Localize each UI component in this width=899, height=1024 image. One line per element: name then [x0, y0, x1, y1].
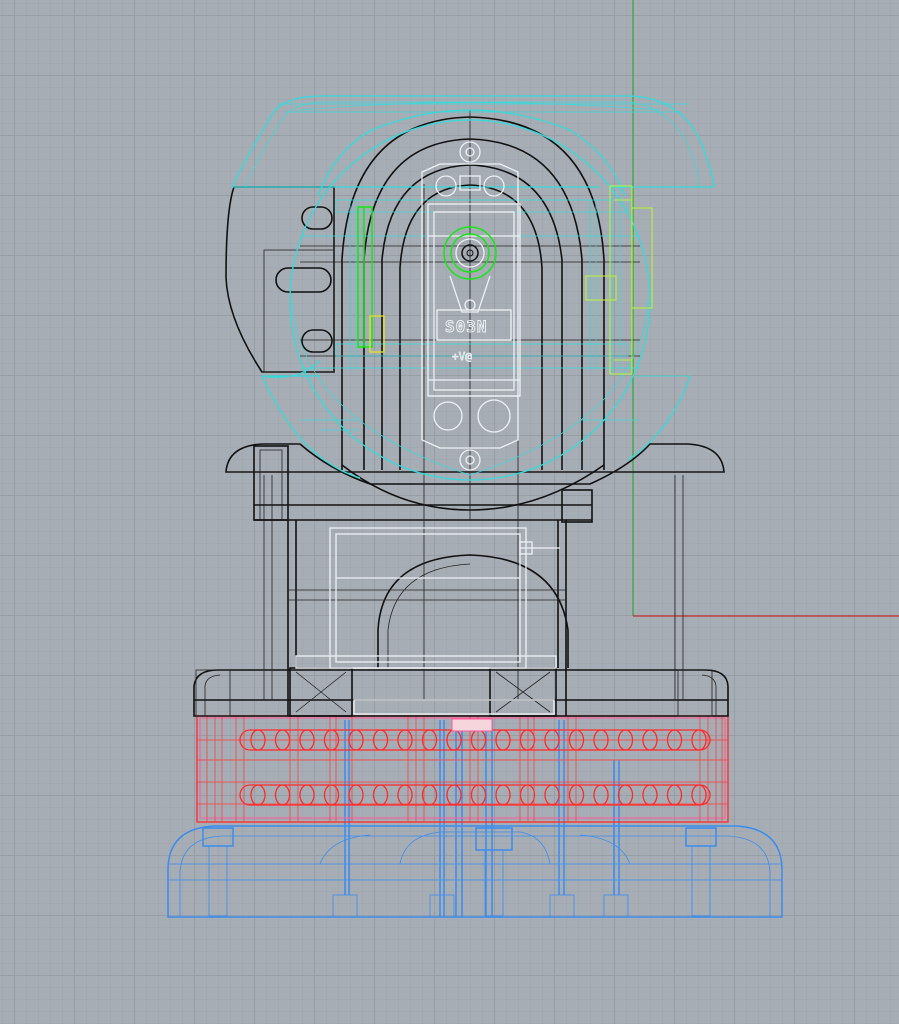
body-layer[interactable]	[193, 110, 729, 717]
battery-cell	[642, 784, 658, 806]
battery-cell	[495, 784, 511, 806]
battery-cell-row-bottom	[239, 784, 711, 806]
battery-cell	[593, 784, 609, 806]
servo-label-top: S03N	[445, 317, 488, 336]
battery-cell	[274, 784, 291, 806]
battery-cell	[691, 784, 707, 806]
battery-cell	[617, 784, 634, 806]
battery-frame-lines	[206, 716, 723, 822]
servo-layer[interactable]: S03N +V@	[295, 141, 560, 715]
battery-cell	[568, 784, 585, 806]
battery-cell	[372, 784, 389, 806]
battery-cell	[299, 784, 315, 806]
battery-cell	[446, 784, 462, 806]
battery-cell	[421, 784, 438, 806]
battery-connector	[451, 718, 493, 732]
battery-cell	[470, 784, 487, 806]
battery-cell	[323, 784, 340, 806]
cad-viewport[interactable]: S03N +V@	[0, 0, 899, 1024]
wireframe-drawing[interactable]: S03N +V@	[0, 0, 899, 1024]
battery-cell	[519, 784, 536, 806]
servo-label-bottom: +V@	[452, 350, 472, 363]
battery-cells	[250, 729, 707, 806]
battery-cell	[666, 784, 683, 806]
battery-cell	[348, 784, 364, 806]
battery-cell	[397, 784, 413, 806]
battery-cell	[544, 784, 560, 806]
world-axes	[632, 0, 899, 617]
side-parts-layer[interactable]	[357, 185, 653, 375]
battery-cell	[250, 784, 266, 806]
